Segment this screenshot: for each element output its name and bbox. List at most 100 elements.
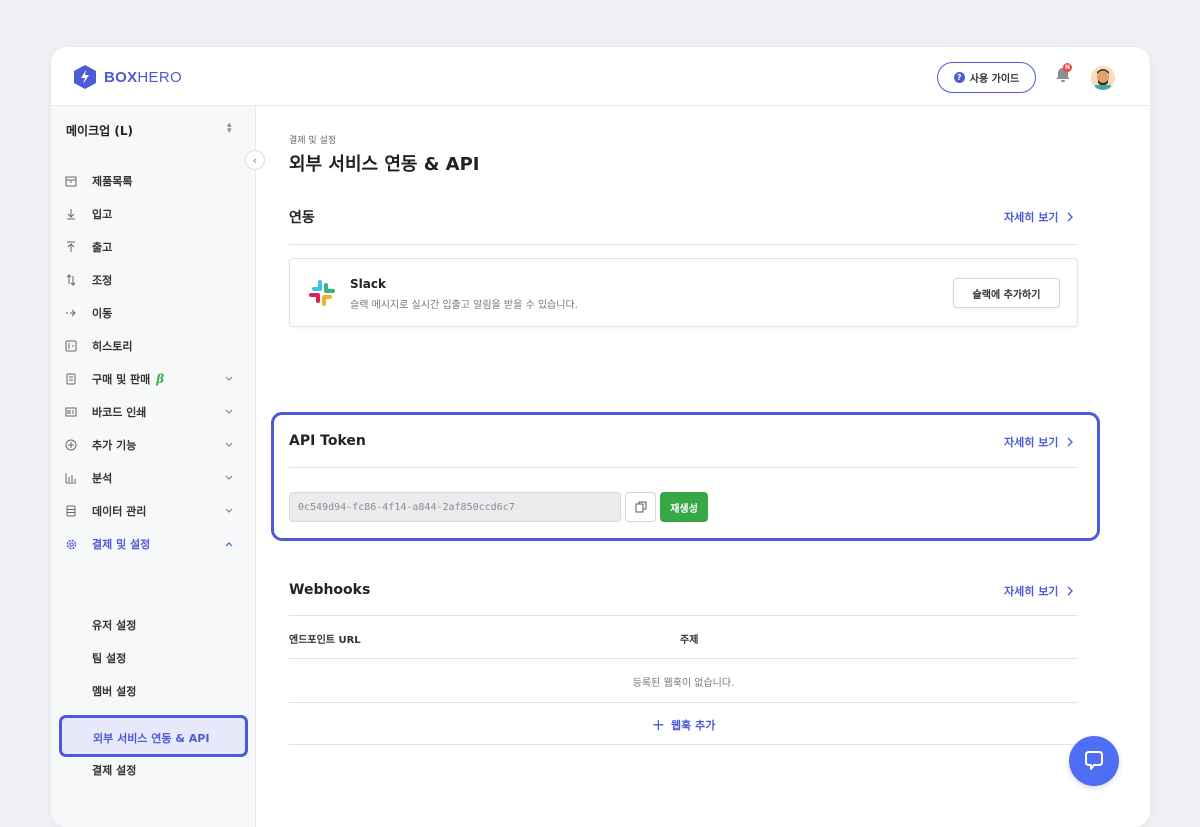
chevron-down-icon [225,409,233,414]
avatar[interactable] [1091,66,1115,90]
chevron-down-icon [225,475,233,480]
add-webhook-button[interactable]: + 웹훅 추가 [289,715,1078,734]
boxhero-logo[interactable]: BOXHERO [73,64,182,90]
gear-icon [64,537,78,551]
sidebar-item-purchase-sales[interactable]: 구매 및 판매 β [64,368,244,390]
top-bar: BOXHERO ? 사용 가이드 N [51,47,1150,106]
sidebar-item-data-management[interactable]: 데이터 관리 [64,500,244,522]
integration-detail-link[interactable]: 자세히 보기 [1004,209,1074,225]
workspace-switch-icon[interactable]: ▴ ▾ [227,121,232,136]
chevron-right-icon [1067,586,1074,596]
regenerate-token-button[interactable]: 재생성 [660,492,708,522]
sub-item-billing-settings[interactable]: 결제 설정 [92,762,136,778]
sidebar-item-barcode[interactable]: 바코드 인쇄 [64,401,244,423]
sub-item-integrations-api[interactable]: 외부 서비스 연동 & API [59,715,248,757]
sidebar-item-label: 이동 [92,307,113,320]
sidebar-item-label: 추가 기능 [92,439,137,452]
sidebar-item-add-ons[interactable]: 추가 기능 [64,434,244,456]
sidebar-item-products[interactable]: 제품목록 [64,170,244,192]
add-to-slack-button[interactable]: 슬랙에 추가하기 [953,278,1060,308]
user-guide-button[interactable]: ? 사용 가이드 [937,62,1036,93]
slack-logo-icon [309,280,335,306]
divider [289,244,1078,245]
notification-badge: N [1063,63,1072,72]
beta-badge: β [156,372,165,386]
document-icon [64,372,78,386]
barcode-icon [64,405,78,419]
slack-name: Slack [350,277,386,291]
column-header-topic: 주제 [680,635,699,646]
detail-link-label: 자세히 보기 [1004,585,1059,598]
webhooks-detail-link[interactable]: 자세히 보기 [1004,583,1074,599]
sidebar-item-label: 바코드 인쇄 [92,406,147,419]
sidebar-item-billing-settings[interactable]: 결제 및 설정 [64,533,244,555]
history-icon [64,339,78,353]
chevron-up-icon [225,542,233,547]
bar-chart-icon [64,471,78,485]
sidebar-item-label: 조정 [92,274,113,287]
page-title: 외부 서비스 연동 & API [289,154,480,175]
sidebar-item-adjust[interactable]: 조정 [64,269,244,291]
sub-item-team-settings[interactable]: 팀 설정 [92,650,126,666]
box-icon [64,174,78,188]
integration-title: 연동 [289,210,315,226]
chevron-right-icon [1067,437,1074,447]
chevron-right-icon [1067,212,1074,222]
detail-link-label: 자세히 보기 [1004,436,1059,449]
sidebar-item-label: 구매 및 판매 β [92,372,165,386]
breadcrumb[interactable]: 결제 및 설정 [289,133,336,146]
main-content: 결제 및 설정 외부 서비스 연동 & API 연동 자세히 보기 Slack … [257,106,1150,827]
sidebar-item-label: 히스토리 [92,340,133,353]
arrow-right-dotted-icon [64,306,78,320]
copy-token-button[interactable] [625,492,656,522]
sidebar-item-history[interactable]: 히스토리 [64,335,244,357]
swap-vertical-icon [64,273,78,287]
api-token-field[interactable]: 0c549d94-fc86-4f14-a844-2af850ccd6c7 [289,492,621,522]
slack-card: Slack 슬랙 메시지로 실시간 입출고 알림을 받을 수 있습니다. 슬랙에… [289,258,1078,327]
divider [289,615,1078,616]
api-detail-link[interactable]: 자세히 보기 [1004,434,1074,450]
chat-bubble-icon [1085,751,1103,770]
divider [289,658,1078,659]
question-icon: ? [953,72,965,83]
sidebar-collapse-button[interactable]: ‹ [245,150,265,170]
plus-circle-icon [64,438,78,452]
sidebar-item-label: 데이터 관리 [92,505,147,518]
slack-description: 슬랙 메시지로 실시간 입출고 알림을 받을 수 있습니다. [350,300,578,311]
sidebar-item-stock-in[interactable]: 입고 [64,203,244,225]
workspace-name[interactable]: 메이크업 (L) [66,122,133,139]
chevron-down-icon [225,376,233,381]
sidebar-item-label: 분석 [92,472,113,485]
avatar-face-icon [1091,66,1115,90]
sidebar: 메이크업 (L) ▴▾ 제품목록 입고 출고 조정 이동 히스토리 구매 및 [51,106,256,827]
sidebar-item-move[interactable]: 이동 [64,302,244,324]
sidebar-item-stock-out[interactable]: 출고 [64,236,244,258]
sub-item-label: 외부 서비스 연동 & API [93,732,210,745]
column-header-endpoint: 엔드포인트 URL [289,635,361,646]
chevron-down-icon [225,508,233,513]
divider [289,702,1078,703]
sidebar-item-label: 제품목록 [92,175,133,188]
logo-mark-icon [74,65,96,89]
sidebar-item-analytics[interactable]: 분석 [64,467,244,489]
sidebar-item-label: 출고 [92,241,113,254]
sidebar-item-label: 입고 [92,208,113,221]
webhooks-title: Webhooks [289,582,371,598]
sub-item-member-settings[interactable]: 멤버 설정 [92,683,136,699]
sub-item-user-settings[interactable]: 유저 설정 [92,617,136,633]
divider [289,467,1078,468]
chat-support-button[interactable] [1069,736,1119,786]
app-window: BOXHERO ? 사용 가이드 N 메이크업 (L) ▴ ▾ 제품목록 입고 … [51,47,1150,827]
api-token-title: API Token [289,433,366,449]
sidebar-item-label: 결제 및 설정 [92,538,151,551]
user-guide-label: 사용 가이드 [969,74,1020,85]
divider [289,744,1078,745]
detail-link-label: 자세히 보기 [1004,211,1059,224]
logo-text: BOXHERO [104,68,182,86]
add-webhook-label: 웹훅 추가 [671,718,716,732]
chevron-left-icon: ‹ [252,153,258,167]
copy-icon [635,501,646,513]
plus-icon: + [651,715,666,734]
arrow-down-icon [64,207,78,221]
webhooks-empty-message: 등록된 웹훅이 없습니다. [632,678,735,689]
